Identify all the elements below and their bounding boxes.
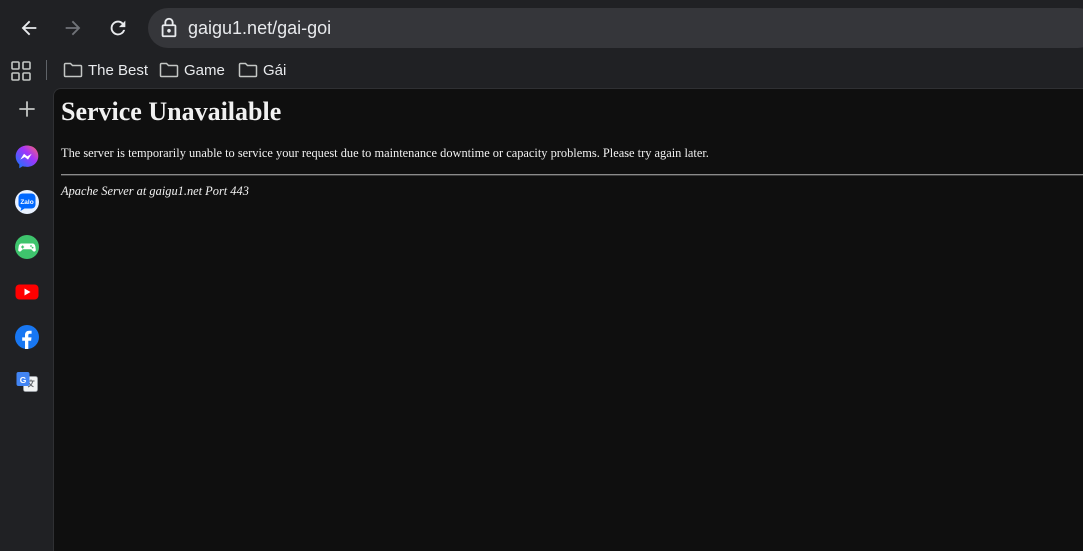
sidebar-item-youtube[interactable] — [13, 278, 40, 305]
bookmark-label: Game — [184, 61, 225, 79]
bookmark-label: The Best — [88, 61, 149, 79]
arrow-left-icon — [21, 20, 37, 36]
browser-window: gaigu1.net/gai-goi The Best Game Gái Zal… — [0, 0, 1083, 551]
bookmark-folder-gai[interactable]: Gái — [238, 58, 286, 82]
sidebar-item-translate[interactable]: G — [13, 368, 40, 395]
messenger-icon — [15, 145, 38, 168]
server-signature: Apache Server at gaigu1.net Port 443 — [61, 184, 249, 198]
sidebar-item-game[interactable] — [13, 233, 40, 260]
reload-icon — [110, 20, 126, 36]
facebook-icon — [14, 324, 39, 349]
page-title: Service Unavailable — [61, 97, 282, 126]
bookmark-folder-the-best[interactable]: The Best — [63, 58, 148, 82]
url-text[interactable]: gaigu1.net/gai-goi — [188, 18, 331, 39]
plus-icon — [18, 100, 35, 117]
side-panel: Zalo G — [0, 88, 53, 551]
sidebar-item-messenger[interactable] — [13, 143, 40, 170]
svg-text:Zalo: Zalo — [20, 199, 33, 206]
zalo-icon: Zalo — [14, 189, 39, 214]
lock-icon[interactable] — [158, 17, 180, 39]
forward-button[interactable] — [57, 12, 89, 44]
horizontal-rule — [61, 174, 1083, 176]
folder-icon — [63, 62, 83, 78]
youtube-icon — [15, 284, 38, 299]
sidebar-item-zalo[interactable]: Zalo — [13, 188, 40, 215]
reload-button[interactable] — [102, 12, 134, 44]
gamepad-icon — [14, 234, 39, 259]
address-bar[interactable]: gaigu1.net/gai-goi — [148, 8, 1083, 48]
bookmarks-divider — [46, 60, 47, 80]
toolbar: gaigu1.net/gai-goi — [0, 0, 1083, 56]
bookmark-label: Gái — [263, 61, 287, 79]
folder-icon — [238, 62, 258, 78]
sidebar-add-button[interactable] — [13, 95, 40, 122]
translate-icon: G — [16, 371, 38, 392]
error-message: The server is temporarily unable to serv… — [61, 146, 709, 160]
bookmark-folder-game[interactable]: Game — [159, 58, 225, 82]
bookmarks-bar: The Best Game Gái — [0, 56, 1083, 88]
svg-text:G: G — [19, 375, 26, 385]
back-button[interactable] — [13, 12, 45, 44]
sidebar-item-facebook[interactable] — [13, 323, 40, 350]
page-viewport: Service Unavailable The server is tempor… — [53, 88, 1083, 551]
folder-icon — [159, 62, 179, 78]
arrow-right-icon — [65, 20, 81, 36]
apps-grid-icon[interactable] — [10, 60, 32, 82]
